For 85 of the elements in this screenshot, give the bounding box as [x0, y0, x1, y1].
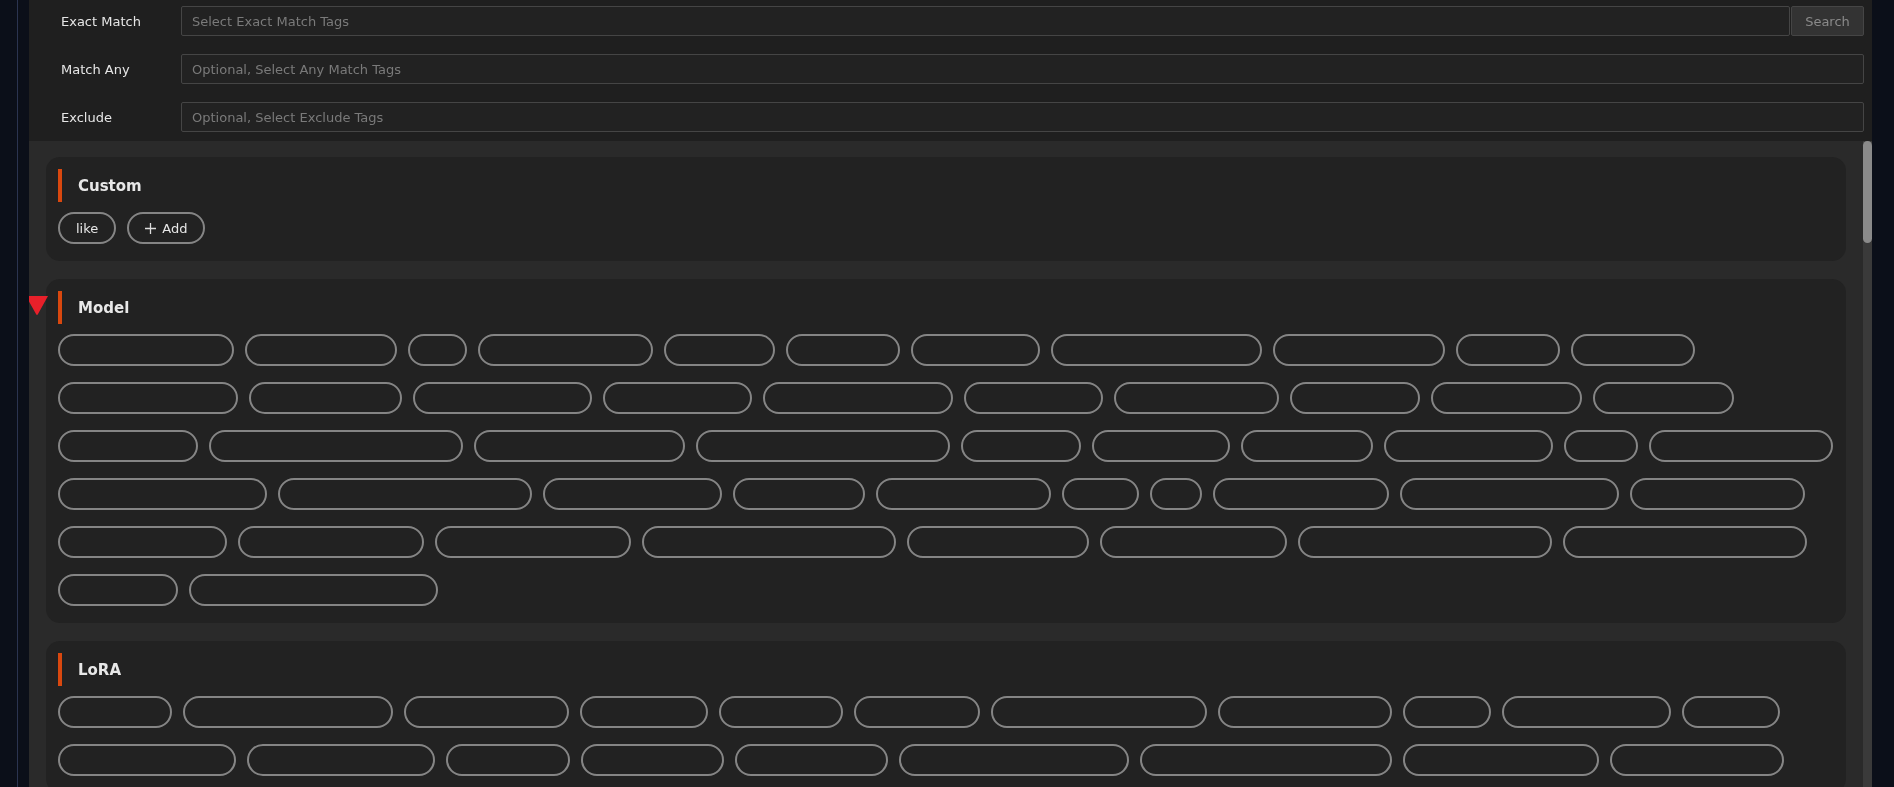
tag-chip[interactable]: [642, 526, 896, 558]
tag-chip[interactable]: [249, 382, 402, 414]
tag-chip[interactable]: [278, 478, 532, 510]
tag-chip[interactable]: [1593, 382, 1734, 414]
tag-chip[interactable]: [696, 430, 950, 462]
tag-chip[interactable]: [58, 696, 172, 728]
tag-input-field[interactable]: Select Exact Match Tags: [181, 6, 1790, 36]
tag-chip[interactable]: [183, 696, 393, 728]
tag-chip[interactable]: [58, 430, 198, 462]
tag-chip[interactable]: [786, 334, 900, 366]
tag-chip[interactable]: [735, 744, 888, 776]
tag-chip[interactable]: [1140, 744, 1392, 776]
tag-chip[interactable]: [446, 744, 570, 776]
tag-chip[interactable]: [733, 478, 865, 510]
tag-chip[interactable]: [603, 382, 752, 414]
tag-chip[interactable]: [1213, 478, 1389, 510]
search-button[interactable]: Search: [1791, 6, 1864, 36]
tag-chip[interactable]: [580, 696, 708, 728]
tag-chip[interactable]: [1384, 430, 1553, 462]
tag-chip[interactable]: [1564, 430, 1638, 462]
tag-chip[interactable]: [238, 526, 424, 558]
tag-chip[interactable]: [1502, 696, 1671, 728]
tag-chip[interactable]: [1062, 478, 1139, 510]
tag-chip[interactable]: [1400, 478, 1619, 510]
tag-chip[interactable]: [1241, 430, 1373, 462]
tag-chip[interactable]: [911, 334, 1040, 366]
tag-chip[interactable]: [1298, 526, 1552, 558]
tag-chip[interactable]: [907, 526, 1089, 558]
tag-chip[interactable]: [1630, 478, 1805, 510]
tag-chip[interactable]: [1114, 382, 1279, 414]
tag-chip[interactable]: [58, 574, 178, 606]
tag-chip[interactable]: [581, 744, 724, 776]
tag-chip[interactable]: [1403, 744, 1599, 776]
tag-chip[interactable]: [899, 744, 1129, 776]
filter-label: Exclude: [60, 109, 113, 125]
tag-input-field[interactable]: Optional, Select Any Match Tags: [181, 54, 1864, 84]
tag-chip[interactable]: [58, 334, 234, 366]
tag-chip[interactable]: [961, 430, 1081, 462]
tag-chip[interactable]: like: [58, 212, 117, 244]
filter-label: Exact Match: [60, 13, 142, 29]
tag-chip[interactable]: [1218, 696, 1392, 728]
tag-chip[interactable]: [58, 478, 267, 510]
tag-chip[interactable]: [763, 382, 953, 414]
tag-chip[interactable]: [1431, 382, 1582, 414]
tag-chip[interactable]: [1563, 526, 1807, 558]
tag-chip[interactable]: [404, 696, 569, 728]
tag-chip[interactable]: [664, 334, 775, 366]
tag-chip[interactable]: [543, 478, 722, 510]
tag-chip[interactable]: [413, 382, 592, 414]
tag-chip[interactable]: [58, 382, 238, 414]
tag-chip[interactable]: [876, 478, 1051, 510]
tag-chip[interactable]: [478, 334, 653, 366]
scrollbar-thumb[interactable]: [1863, 141, 1872, 243]
filter-label: Match Any: [60, 61, 131, 77]
tag-chip[interactable]: [209, 430, 463, 462]
tag-chip[interactable]: [1092, 430, 1230, 462]
tag-input-field[interactable]: Optional, Select Exclude Tags: [181, 102, 1864, 132]
tag-chip[interactable]: [245, 334, 397, 366]
tag-chip[interactable]: [1571, 334, 1695, 366]
tag-chip[interactable]: [435, 526, 631, 558]
tag-chip[interactable]: [58, 744, 236, 776]
add-tag-button[interactable]: Add: [127, 212, 206, 244]
tag-chip[interactable]: [474, 430, 685, 462]
tag-chip[interactable]: [247, 744, 435, 776]
tag-chip[interactable]: [719, 696, 843, 728]
tag-chip[interactable]: [1403, 696, 1491, 728]
tag-chip[interactable]: [964, 382, 1103, 414]
tag-chip[interactable]: [1290, 382, 1420, 414]
tag-chip[interactable]: [408, 334, 467, 366]
group-title: LoRA: [78, 660, 122, 679]
tag-chip[interactable]: [1150, 478, 1202, 510]
group-title: Custom: [78, 176, 142, 195]
tag-chip[interactable]: [991, 696, 1207, 728]
tag-chip[interactable]: [1456, 334, 1560, 366]
tag-chip[interactable]: [1100, 526, 1287, 558]
group-title: Model: [78, 298, 130, 317]
tag-chip[interactable]: [1649, 430, 1833, 462]
tag-chip[interactable]: [854, 696, 980, 728]
tag-chip[interactable]: [1273, 334, 1445, 366]
plus-icon: [145, 222, 157, 234]
tag-chip[interactable]: [1682, 696, 1780, 728]
tag-chip[interactable]: [1610, 744, 1784, 776]
tag-chip[interactable]: [189, 574, 438, 606]
tag-chip[interactable]: [58, 526, 227, 558]
tag-chip[interactable]: [1051, 334, 1262, 366]
